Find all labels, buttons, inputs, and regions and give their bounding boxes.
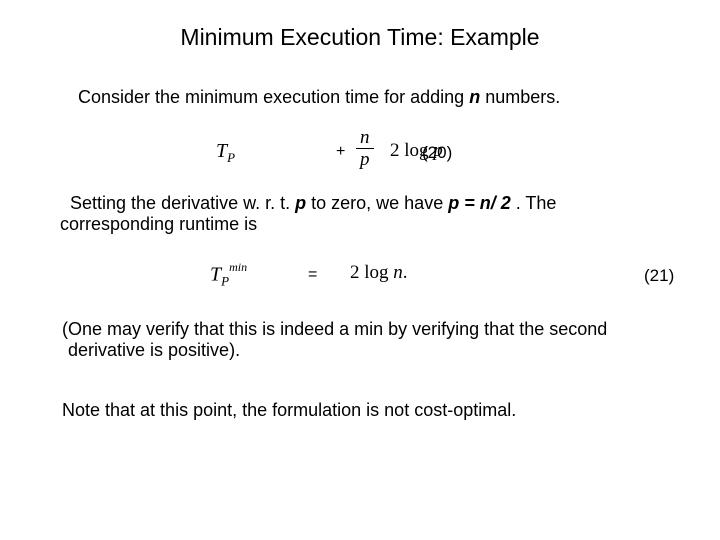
paragraph-4: Note that at this point, the formulation… bbox=[62, 400, 680, 421]
sym-T: T bbox=[210, 264, 221, 286]
equation-20: TP + n p 2 log p (20) bbox=[200, 128, 520, 176]
equals-icon: = bbox=[308, 266, 317, 284]
eq20-lhs: TP bbox=[216, 140, 235, 166]
sym-P: P bbox=[221, 274, 229, 289]
var-p: p bbox=[295, 193, 306, 213]
equation-21: TPmin = 2 log n. (21) bbox=[200, 258, 680, 294]
coef-2: 2 bbox=[350, 262, 364, 283]
slide: Minimum Execution Time: Example Consider… bbox=[0, 0, 720, 540]
sym-min: min bbox=[229, 260, 247, 274]
frac-num: n bbox=[356, 128, 374, 148]
var-n: n bbox=[469, 87, 480, 107]
paragraph-2-line1: Setting the derivative w. r. t. p to zer… bbox=[70, 192, 670, 215]
eq21-ref: (21) bbox=[644, 266, 674, 286]
sym-P: P bbox=[227, 150, 235, 165]
eq21-lhs: TPmin bbox=[210, 262, 247, 290]
paragraph-3-line2: derivative is positive). bbox=[68, 340, 240, 361]
var-n: n bbox=[393, 262, 403, 283]
text: . The bbox=[511, 193, 557, 213]
sym-T: T bbox=[216, 140, 227, 162]
text: numbers. bbox=[480, 87, 560, 107]
paragraph-2-line2: corresponding runtime is bbox=[60, 214, 257, 235]
coef-2: 2 bbox=[390, 140, 404, 161]
text: to zero, we have bbox=[306, 193, 448, 213]
plus-icon: + bbox=[336, 143, 345, 161]
period: . bbox=[403, 262, 408, 283]
eq20-ref: (20) bbox=[422, 143, 452, 163]
text: Setting the derivative w. r. t. bbox=[70, 193, 295, 213]
eq20-fraction: n p bbox=[356, 128, 374, 169]
eq21-rhs: 2 log n. bbox=[350, 262, 408, 284]
expr-p-eq-n2: p = n/ 2 bbox=[448, 193, 511, 213]
slide-title: Minimum Execution Time: Example bbox=[0, 24, 720, 51]
frac-den: p bbox=[356, 149, 374, 169]
paragraph-1: Consider the minimum execution time for … bbox=[78, 87, 680, 108]
text: Consider the minimum execution time for … bbox=[78, 87, 469, 107]
log-word: log bbox=[364, 262, 393, 283]
paragraph-3-line1: (One may verify that this is indeed a mi… bbox=[62, 318, 680, 341]
